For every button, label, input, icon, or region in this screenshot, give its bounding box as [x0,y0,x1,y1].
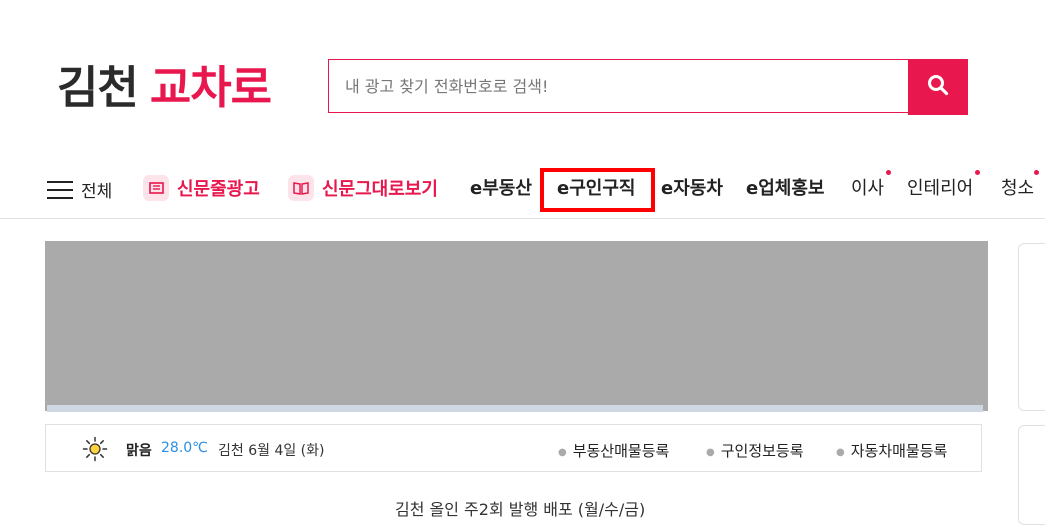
quick-link-job-register[interactable]: ● 구인정보등록 [706,440,804,461]
nav-item-label: 이사 [851,178,885,199]
newspaper-icon [143,175,169,201]
side-panel-top [1018,243,1045,411]
new-dot-icon [1034,170,1040,175]
all-menu-label: 전체 [81,182,113,202]
new-dot-icon [886,170,892,175]
highlight-box [540,168,655,212]
nav-divider [0,218,1045,219]
weather-location-date: 김천 6월 4일 (화) [218,443,325,459]
weather-condition: 맑음 [126,443,152,459]
nav-item-label: 신문줄광고 [177,179,260,200]
side-panel-bottom [1018,425,1045,525]
nav-item-newspaper-view[interactable]: 신문그대로보기 [288,175,438,203]
quick-link-label: 자동차매물등록 [850,442,948,460]
nav-item-real-estate[interactable]: e부동산 [470,177,532,201]
bullet-icon: ● [836,447,845,458]
nav-item-newspaper-ads[interactable]: 신문줄광고 [143,175,260,203]
logo-text-gyocharo: 교차로 [149,61,272,114]
hamburger-icon [47,180,73,199]
quick-link-car-register[interactable]: ● 자동차매물등록 [836,440,947,461]
bullet-icon: ● [558,447,567,458]
new-dot-icon [975,170,981,175]
book-icon [288,175,314,201]
sun-icon [82,436,108,466]
nav-item-label: 청소 [1001,178,1035,199]
info-bar: 맑음 28.0℃ 김천 6월 4일 (화) ● 부동산매물등록 ● 구인정보등록 ●… [45,424,982,472]
nav-item-label: 인테리어 [907,178,974,199]
news-headline[interactable]: 김천 올인 주2회 발행 배포 (월/수/금) [395,496,645,520]
banner-bottom-strip [47,405,983,412]
quick-link-label: 구인정보등록 [720,442,804,460]
nav-item-cars[interactable]: e자동차 [661,177,723,201]
main-nav: 전체 신문줄광고 신문그대로보기 e부동산 e구인구직 e자동차 e업체홍보 이… [0,160,1045,218]
quick-link-real-estate-register[interactable]: ● 부동산매물등록 [558,440,669,461]
search-input[interactable] [329,60,908,112]
search-icon [927,74,949,100]
weather-temperature: 28.0℃ [161,440,208,456]
nav-item-cleaning[interactable]: 청소 [1001,170,1040,201]
site-logo[interactable]: 김천 교차로 [57,58,272,118]
main-banner[interactable] [45,241,988,411]
search-box [328,59,908,113]
quick-link-label: 부동산매물등록 [572,442,670,460]
nav-item-interior[interactable]: 인테리어 [907,170,981,201]
nav-item-moving[interactable]: 이사 [851,170,892,201]
nav-item-label: 신문그대로보기 [322,179,438,200]
search-button[interactable] [908,59,968,115]
all-menu-button[interactable]: 전체 [47,177,112,202]
bullet-icon: ● [706,447,715,458]
nav-item-business-promo[interactable]: e업체홍보 [746,177,824,201]
logo-text-gimcheon: 김천 [57,61,139,114]
